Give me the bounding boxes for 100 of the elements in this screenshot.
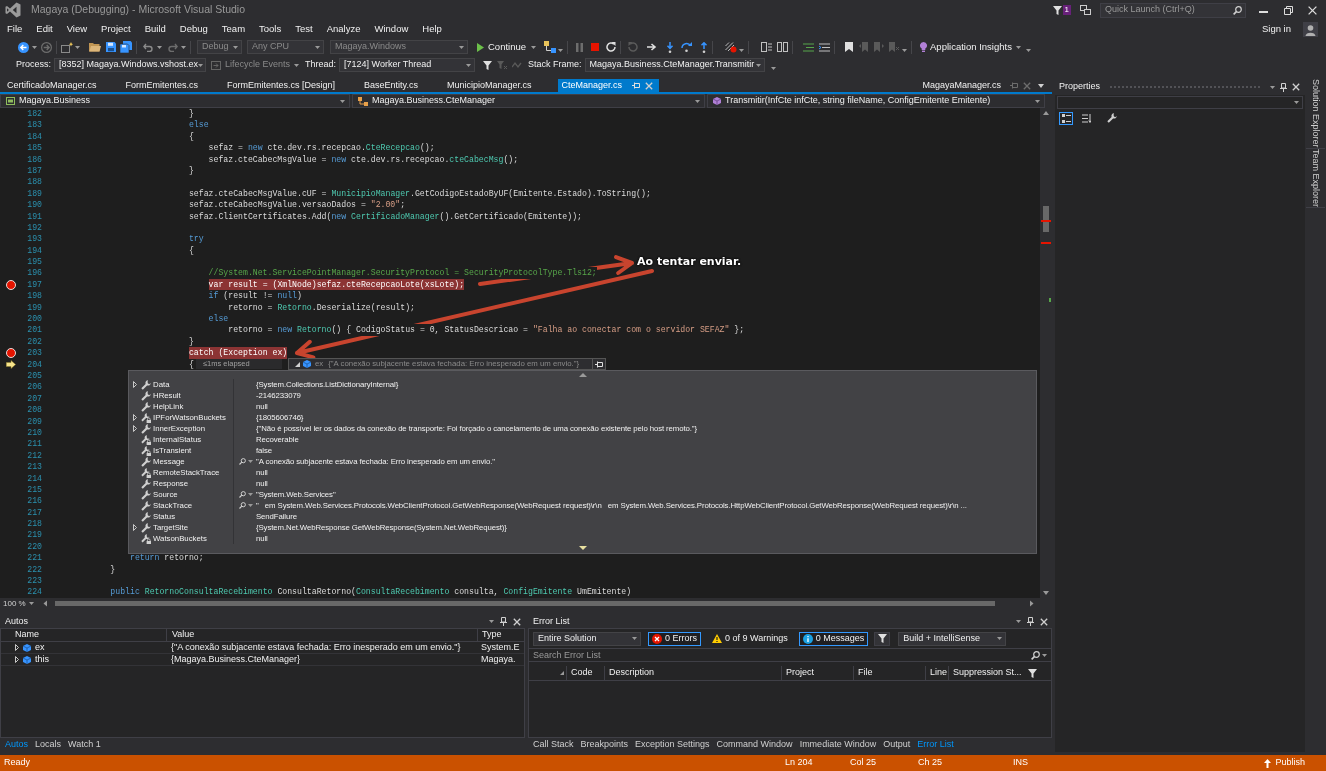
save-icon[interactable]	[106, 42, 116, 52]
caret-icon[interactable]	[770, 66, 776, 70]
side-tab[interactable]: Solution Explorer	[1305, 79, 1326, 149]
project-dropdown[interactable]: Magaya.Business	[0, 94, 350, 108]
pin-icon[interactable]	[500, 617, 507, 626]
caret-icon[interactable]	[75, 45, 80, 49]
continue-button[interactable]: Continue	[477, 40, 527, 54]
document-tab[interactable]: BaseEntity.cs	[360, 79, 443, 92]
expand-triangle-icon[interactable]	[133, 381, 137, 388]
search-field[interactable]: Search Error List	[533, 649, 1029, 661]
breakpoint-icon[interactable]	[6, 347, 16, 358]
caret-icon[interactable]	[340, 99, 345, 103]
menu-item[interactable]: Build	[137, 21, 173, 37]
caret-icon[interactable]	[1042, 653, 1047, 657]
caret-icon[interactable]	[198, 63, 204, 67]
expand-triangle-icon[interactable]	[133, 414, 137, 421]
menu-item[interactable]: Help	[415, 21, 449, 37]
expand-triangle-icon[interactable]	[133, 524, 137, 531]
document-tab[interactable]: FormEmitentes.cs	[121, 79, 224, 92]
forward-icon[interactable]	[41, 41, 52, 53]
comment-icon[interactable]	[803, 42, 815, 52]
undo-icon[interactable]	[143, 42, 154, 52]
caret-icon[interactable]	[1294, 101, 1299, 104]
stack-frame-dropdown[interactable]: Magaya.Business.CteManager.Transmitir	[584, 58, 765, 72]
panel-tab[interactable]: Error List	[917, 738, 954, 752]
thread-dropdown[interactable]: [7124] Worker Thread	[339, 58, 476, 72]
document-tab[interactable]: MunicipioManager.cs	[442, 79, 557, 92]
redo-icon[interactable]	[167, 42, 178, 52]
stop-icon[interactable]	[591, 43, 600, 51]
menu-item[interactable]: View	[59, 21, 95, 37]
play-icon[interactable]	[477, 42, 484, 52]
caret-icon[interactable]	[531, 45, 537, 49]
search-icon[interactable]	[239, 502, 246, 509]
caret-icon[interactable]	[1016, 620, 1021, 623]
restore-icon[interactable]	[1284, 5, 1293, 15]
hatched-dot-icon[interactable]	[725, 41, 738, 53]
overlapping-squares-icon[interactable]	[1080, 5, 1091, 15]
caret-icon[interactable]	[558, 48, 564, 52]
panel-tab[interactable]: Output	[883, 738, 911, 752]
caret-icon[interactable]	[997, 637, 1003, 640]
caret-icon[interactable]	[632, 637, 637, 640]
filter-toggle[interactable]: 0 Errors	[648, 631, 701, 646]
text-lines-icon[interactable]	[761, 42, 773, 52]
caret-icon[interactable]	[489, 620, 494, 623]
caret-icon[interactable]	[157, 45, 162, 49]
funnel-icon[interactable]	[877, 634, 887, 643]
caret-icon[interactable]	[1270, 85, 1275, 89]
step-into-icon[interactable]	[666, 41, 675, 53]
filter-toggle[interactable]: 0 Messages	[798, 631, 869, 646]
text-columns-icon[interactable]	[777, 42, 789, 52]
menu-item[interactable]: Project	[94, 21, 138, 37]
expanded-triangle-icon[interactable]	[295, 361, 300, 367]
document-tab[interactable]: FormEmitentes.cs [Design]	[223, 79, 361, 92]
menu-item[interactable]: Window	[367, 21, 416, 37]
publish-button[interactable]: Publish	[1264, 756, 1305, 770]
sign-in-link[interactable]: Sign in	[1261, 21, 1291, 37]
menu-item[interactable]: File	[0, 21, 30, 37]
menu-item[interactable]: Tools	[252, 21, 289, 37]
source-dropdown[interactable]: Build + IntelliSense	[898, 631, 1007, 646]
restart-icon[interactable]	[606, 42, 617, 52]
search-icon[interactable]	[1233, 5, 1242, 15]
grouped-list-icon[interactable]	[1061, 113, 1071, 123]
notifications-button[interactable]: 1	[1052, 4, 1071, 16]
caret-icon[interactable]	[28, 602, 34, 605]
menu-item[interactable]: Debug	[172, 21, 215, 37]
type-dropdown[interactable]: Magaya.Business.CteManager	[352, 94, 705, 108]
back-icon[interactable]	[18, 41, 29, 53]
panel-tab[interactable]: Locals	[35, 738, 62, 752]
pin-icon[interactable]	[1027, 617, 1034, 626]
scope-dropdown[interactable]: Entire Solution	[533, 631, 641, 646]
member-dropdown[interactable]: Transmitir(InfCte infCte, string fileName, ConfigEmitente Emitente)	[707, 94, 1045, 108]
caret-icon[interactable]	[32, 45, 37, 49]
application-insights-button[interactable]: Application Insights	[920, 40, 1012, 54]
panel-tab[interactable]: Command Window	[716, 738, 793, 752]
panel-tab[interactable]: Exception Settings	[635, 738, 710, 752]
side-tab[interactable]: Team Explorer	[1305, 148, 1326, 208]
panel-tab[interactable]: Call Stack	[533, 738, 574, 752]
bookmark-icon[interactable]	[845, 42, 854, 52]
search-icon[interactable]	[239, 458, 246, 465]
funnel-icon[interactable]	[1028, 668, 1037, 678]
menu-item[interactable]: Analyze	[319, 21, 368, 37]
zoom-dropdown[interactable]: 100 %	[0, 598, 37, 609]
pin-icon[interactable]	[1280, 82, 1287, 92]
caret-icon[interactable]	[1038, 83, 1044, 88]
process-dropdown[interactable]: [8352] Magaya.Windows.vshost.ex	[54, 58, 206, 72]
uncomment-icon[interactable]	[819, 42, 831, 52]
caret-icon[interactable]	[739, 48, 745, 52]
panel-tab[interactable]: Immediate Window	[799, 738, 877, 752]
panel-tab[interactable]: Watch 1	[68, 738, 101, 752]
filter-toggle[interactable]: 0 of 9 Warnings	[708, 631, 792, 646]
avatar-icon[interactable]	[1303, 21, 1318, 37]
folder-icon[interactable]	[89, 42, 101, 52]
search-icon[interactable]	[239, 491, 246, 498]
caret-icon[interactable]	[181, 45, 186, 49]
menu-item[interactable]: Edit	[29, 21, 60, 37]
step-over-icon[interactable]	[681, 42, 693, 52]
step-out-icon[interactable]	[700, 41, 709, 53]
caret-icon[interactable]	[902, 48, 908, 52]
save-all-icon[interactable]	[120, 41, 132, 53]
quick-launch-field[interactable]: Quick Launch (Ctrl+Q)	[1100, 2, 1246, 18]
